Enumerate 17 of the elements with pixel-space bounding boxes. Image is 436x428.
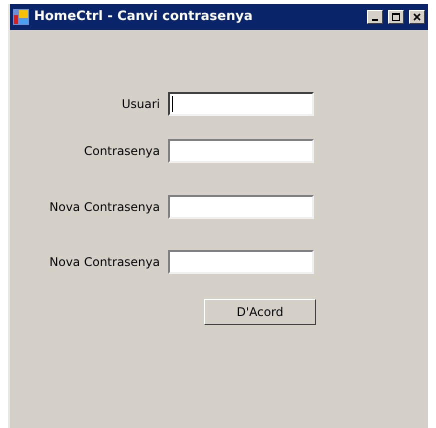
maximize-icon — [392, 13, 400, 21]
input-field[interactable] — [168, 195, 314, 219]
window-title: HomeCtrl - Canvi contrasenya — [34, 8, 254, 26]
app-icon — [12, 8, 30, 26]
maximize-button[interactable] — [388, 10, 404, 24]
ok-button[interactable]: D'Acord — [204, 299, 316, 325]
field-label: Nova Contrasenya — [48, 199, 160, 216]
input-field[interactable] — [168, 92, 314, 116]
input-field[interactable] — [168, 139, 314, 163]
minimize-button[interactable] — [367, 10, 383, 24]
close-icon — [413, 13, 421, 21]
input-field[interactable] — [168, 250, 314, 274]
field-label: Contrasenya — [82, 143, 160, 160]
field-label: Nova Contrasenya — [48, 254, 160, 271]
text-cursor — [172, 96, 173, 112]
field-label: Usuari — [120, 96, 160, 113]
close-button[interactable] — [409, 10, 425, 24]
